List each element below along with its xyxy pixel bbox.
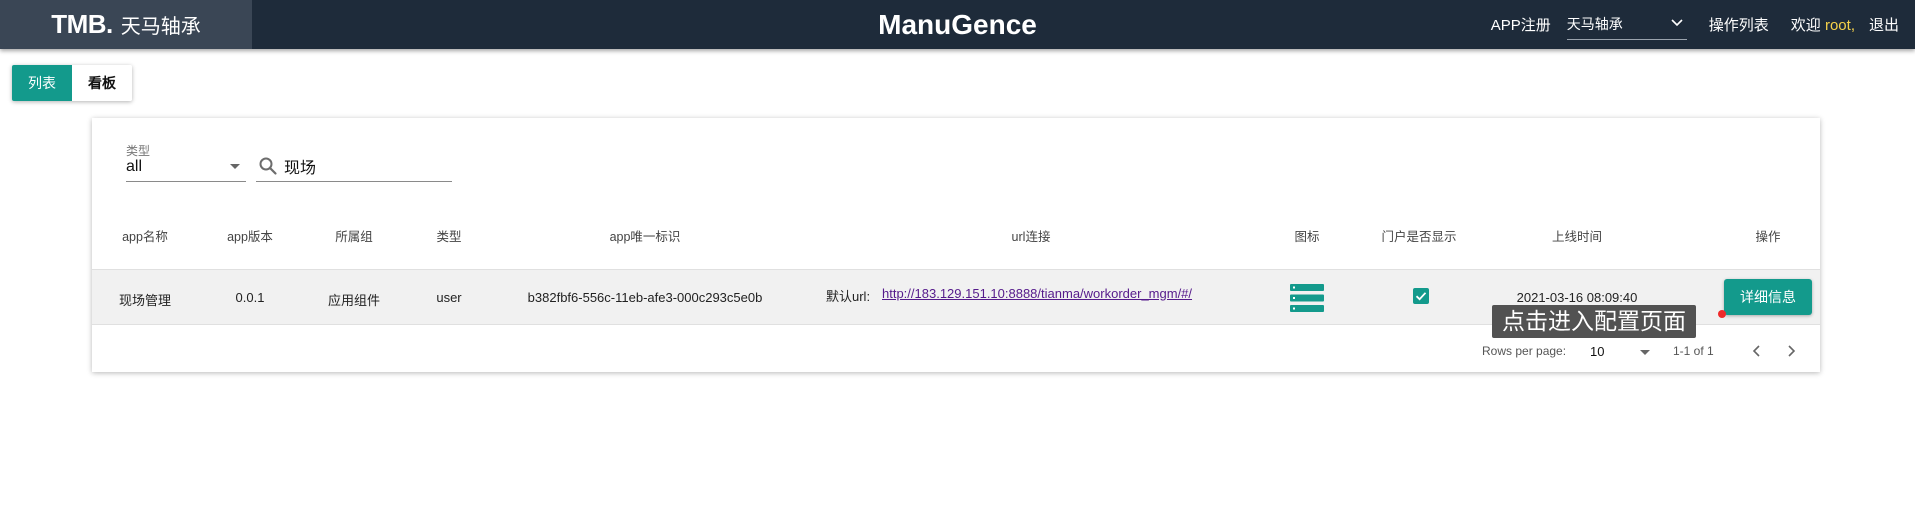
portal-visible-checkbox[interactable] bbox=[1413, 288, 1429, 304]
type-filter-select[interactable]: 类型 all bbox=[126, 142, 246, 182]
chevron-right-icon[interactable] bbox=[1780, 340, 1802, 362]
col-app-version[interactable]: app版本 bbox=[227, 226, 273, 245]
col-portal-visible[interactable]: 门户是否显示 bbox=[1381, 226, 1456, 245]
cell-url-label: 默认url: bbox=[826, 289, 871, 304]
operation-list-button[interactable]: 操作列表 bbox=[1699, 0, 1779, 49]
list-icon bbox=[1290, 284, 1324, 312]
cell-type: user bbox=[436, 290, 462, 305]
header-actions: APP注册 天马轴承 操作列表 欢迎 root, 退出 bbox=[1481, 0, 1915, 49]
col-type[interactable]: 类型 bbox=[436, 226, 461, 245]
col-app-name[interactable]: app名称 bbox=[122, 226, 168, 245]
logo-text: 天马轴承 bbox=[120, 16, 201, 38]
view-toggle: 列表 看板 bbox=[12, 65, 132, 101]
logo-mark: TMB. bbox=[51, 9, 113, 39]
cell-app-name: 现场管理 bbox=[118, 293, 172, 308]
rows-per-page-label: Rows per page: bbox=[1482, 344, 1567, 358]
cell-url-link[interactable]: http://183.129.151.10:8888/tianma/workor… bbox=[882, 286, 1192, 301]
col-icon[interactable]: 图标 bbox=[1294, 226, 1319, 245]
welcome-prefix: 欢迎 bbox=[1790, 17, 1821, 34]
search-input[interactable] bbox=[284, 154, 448, 178]
cell-online-time: 2021-03-16 08:09:40 bbox=[1516, 290, 1638, 305]
type-filter-value: all bbox=[126, 158, 143, 175]
details-button[interactable]: 详细信息 bbox=[1724, 279, 1812, 315]
col-url[interactable]: url连接 bbox=[1012, 226, 1051, 245]
type-filter-label: 类型 bbox=[126, 144, 151, 158]
caret-down-icon bbox=[1640, 350, 1650, 355]
company-select[interactable]: 天马轴承 bbox=[1566, 10, 1687, 40]
cell-app-version: 0.0.1 bbox=[235, 290, 265, 305]
chevron-left-icon[interactable] bbox=[1746, 340, 1768, 362]
table-header: app名称 app版本 所属组 类型 app唯一标识 url连接 图标 门户是否… bbox=[92, 226, 1820, 260]
company-select-value: 天马轴承 bbox=[1566, 16, 1623, 32]
page-range: 1-1 of 1 bbox=[1673, 344, 1714, 358]
pagination: Rows per page: 10 1-1 of 1 bbox=[92, 340, 1820, 364]
caret-down-icon bbox=[230, 164, 240, 169]
col-actions: 操作 bbox=[1755, 230, 1781, 244]
board-view-button[interactable]: 看板 bbox=[72, 65, 132, 101]
cursor-dot bbox=[1718, 310, 1726, 318]
col-online-time[interactable]: 上线时间 bbox=[1552, 226, 1602, 245]
welcome-text: 欢迎 root, bbox=[1779, 14, 1855, 35]
search-field bbox=[256, 152, 452, 182]
search-icon bbox=[259, 157, 277, 175]
logo[interactable]: TMB. 天马轴承 bbox=[0, 0, 252, 49]
username: root, bbox=[1824, 17, 1855, 34]
list-view-button[interactable]: 列表 bbox=[12, 65, 72, 101]
rows-per-page-select[interactable]: 10 bbox=[1590, 340, 1654, 362]
config-tooltip: 点击进入配置页面 bbox=[1492, 305, 1696, 338]
col-group[interactable]: 所属组 bbox=[335, 226, 373, 245]
rows-per-page-value: 10 bbox=[1590, 344, 1605, 359]
cell-app-uid: b382fbf6-556c-11eb-afe3-000c293c5e0b bbox=[527, 290, 763, 305]
app-register-button[interactable]: APP注册 bbox=[1481, 0, 1561, 49]
chevron-down-icon bbox=[1671, 18, 1683, 26]
top-bar: TMB. 天马轴承 ManuGence APP注册 天马轴承 操作列表 欢迎 r… bbox=[0, 0, 1915, 49]
col-app-uid[interactable]: app唯一标识 bbox=[610, 226, 681, 245]
checkmark-icon bbox=[1415, 292, 1427, 301]
cell-group: 应用组件 bbox=[327, 293, 381, 308]
logout-button[interactable]: 退出 bbox=[1855, 14, 1915, 35]
